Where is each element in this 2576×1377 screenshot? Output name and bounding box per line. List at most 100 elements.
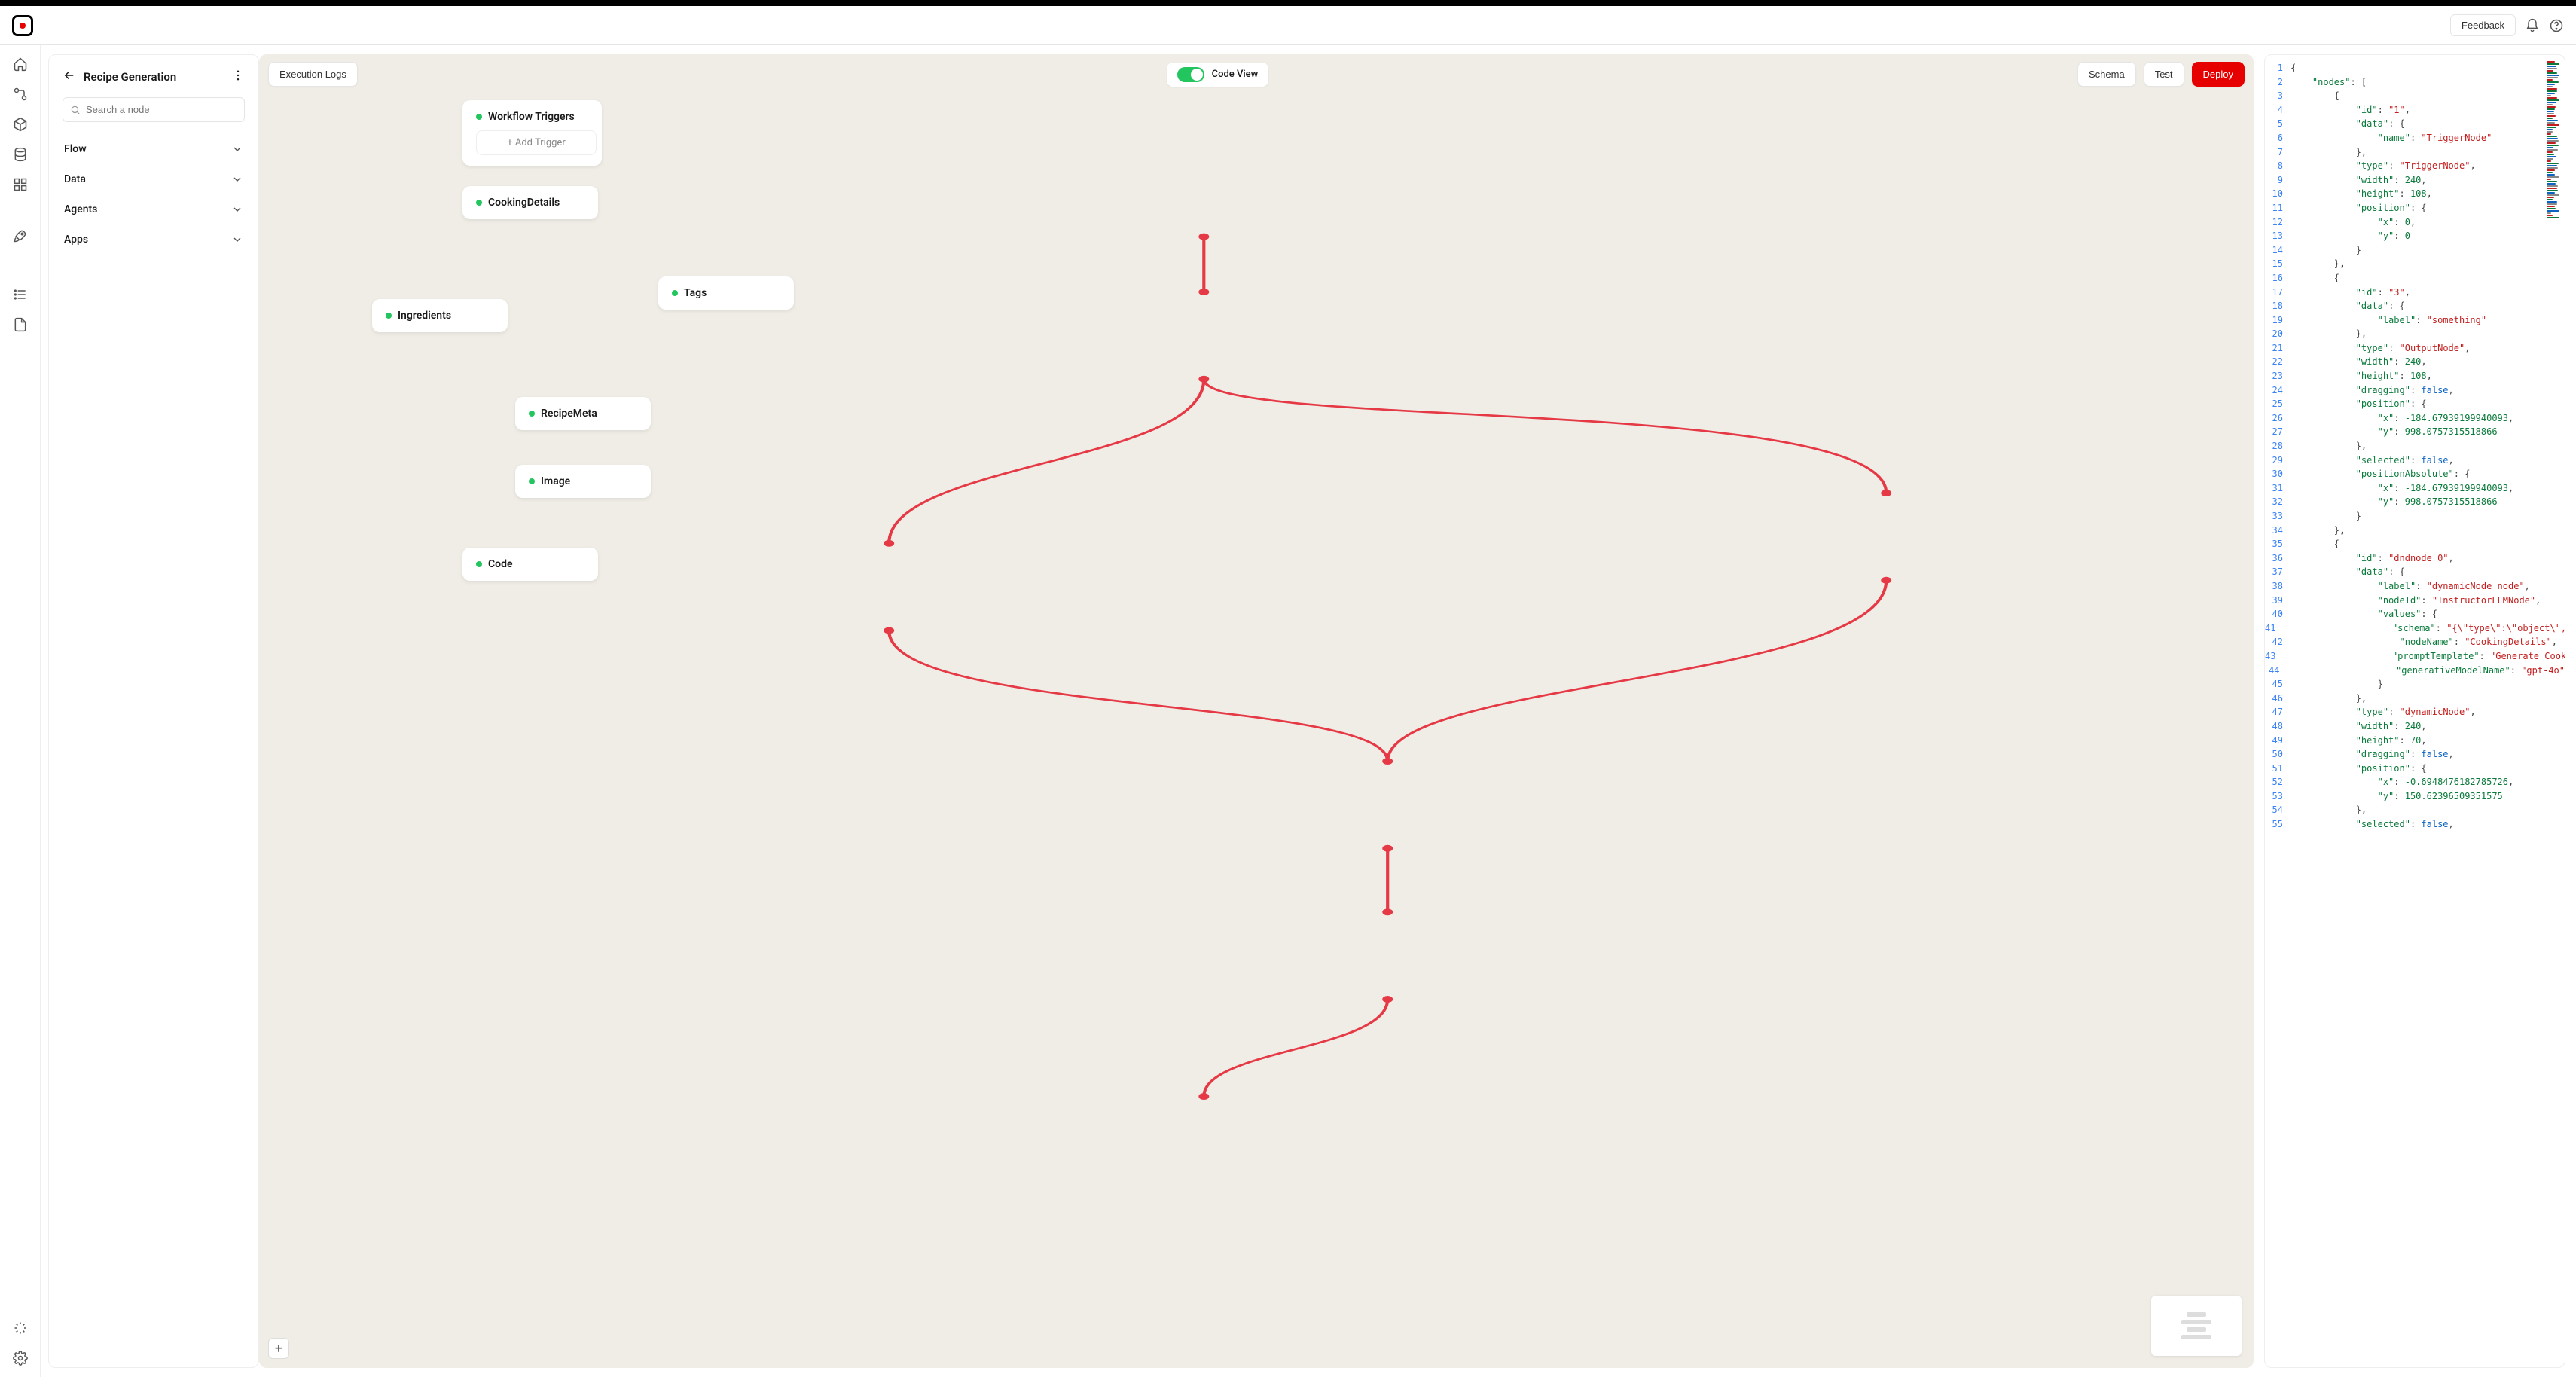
- nav-rail: [0, 45, 41, 1377]
- code-line: 34 },: [2265, 524, 2565, 538]
- chevron-down-icon: [231, 203, 243, 215]
- node-title: Image: [541, 475, 570, 487]
- code-line: 27 "y": 998.0757315518866: [2265, 425, 2565, 439]
- code-line: 51 "position": {: [2265, 762, 2565, 776]
- app-logo[interactable]: [12, 15, 33, 36]
- code-line: 36 "id": "dndnode_0",: [2265, 551, 2565, 566]
- workflow-title: Recipe Generation: [84, 70, 224, 84]
- code-minimap[interactable]: [2547, 61, 2562, 218]
- status-dot: [529, 478, 535, 484]
- rocket-icon[interactable]: [12, 227, 29, 244]
- node-ingredients[interactable]: Ingredients: [372, 299, 508, 332]
- zoom-in-button[interactable]: +: [268, 1338, 289, 1359]
- code-line: 42 "nodeName": "CookingDetails",: [2265, 635, 2565, 649]
- category-apps[interactable]: Apps: [63, 224, 245, 255]
- list-icon[interactable]: [12, 286, 29, 303]
- code-line: 13 "y": 0: [2265, 229, 2565, 243]
- code-line: 23 "height": 108,: [2265, 369, 2565, 383]
- code-line: 37 "data": {: [2265, 565, 2565, 579]
- node-image[interactable]: Image: [515, 465, 651, 498]
- code-line: 8 "type": "TriggerNode",: [2265, 159, 2565, 173]
- code-line: 54 },: [2265, 803, 2565, 817]
- code-line: 17 "id": "3",: [2265, 285, 2565, 300]
- code-line: 46 },: [2265, 692, 2565, 706]
- code-line: 48 "width": 240,: [2265, 719, 2565, 734]
- cube-icon[interactable]: [12, 116, 29, 133]
- category-data[interactable]: Data: [63, 164, 245, 194]
- more-icon[interactable]: [231, 69, 245, 85]
- add-trigger-button[interactable]: + Add Trigger: [476, 130, 597, 155]
- edges-layer: [259, 94, 2254, 1368]
- node-title: CookingDetails: [488, 197, 560, 209]
- bell-icon[interactable]: [2525, 18, 2540, 33]
- code-line: 44 "generativeModelName": "gpt-4o": [2265, 664, 2565, 678]
- widgets-icon[interactable]: [12, 176, 29, 193]
- database-icon[interactable]: [12, 146, 29, 163]
- search-icon: [70, 105, 81, 115]
- code-line: 39 "nodeId": "InstructorLLMNode",: [2265, 594, 2565, 608]
- canvas-panel: Execution Logs Code View Schema Test Dep…: [259, 54, 2254, 1368]
- node-title: Workflow Triggers: [488, 111, 575, 123]
- code-line: 5 "data": {: [2265, 117, 2565, 131]
- code-editor[interactable]: 1{2 "nodes": [3 {4 "id": "1",5 "data": {…: [2265, 61, 2565, 1361]
- sparkle-icon[interactable]: [12, 1320, 29, 1336]
- execution-logs-button[interactable]: Execution Logs: [268, 62, 358, 87]
- code-line: 53 "y": 150.62396509351575: [2265, 789, 2565, 804]
- code-line: 21 "type": "OutputNode",: [2265, 341, 2565, 356]
- file-icon[interactable]: [12, 316, 29, 333]
- code-line: 14 }: [2265, 243, 2565, 258]
- code-line: 3 {: [2265, 89, 2565, 103]
- flow-canvas[interactable]: Workflow Triggers + Add Trigger CookingD…: [259, 94, 2254, 1368]
- workflow-icon[interactable]: [12, 86, 29, 102]
- code-line: 4 "id": "1",: [2265, 103, 2565, 118]
- code-line: 15 },: [2265, 257, 2565, 271]
- code-line: 26 "x": -184.67939199940093,: [2265, 411, 2565, 426]
- code-line: 49 "height": 70,: [2265, 734, 2565, 748]
- app-header: Feedback: [0, 6, 2576, 45]
- code-line: 12 "x": 0,: [2265, 215, 2565, 230]
- node-title: Code: [488, 558, 513, 570]
- code-line: 35 {: [2265, 537, 2565, 551]
- category-label: Apps: [64, 234, 88, 246]
- node-title: Ingredients: [398, 310, 451, 322]
- status-dot: [386, 313, 392, 319]
- feedback-button[interactable]: Feedback: [2450, 14, 2516, 36]
- code-line: 30 "positionAbsolute": {: [2265, 467, 2565, 481]
- code-line: 25 "position": {: [2265, 397, 2565, 411]
- test-button[interactable]: Test: [2144, 62, 2184, 87]
- gear-icon[interactable]: [12, 1350, 29, 1366]
- code-line: 32 "y": 998.0757315518866: [2265, 495, 2565, 509]
- code-line: 55 "selected": false,: [2265, 817, 2565, 832]
- node-recipe-meta[interactable]: RecipeMeta: [515, 397, 651, 430]
- code-line: 1{: [2265, 61, 2565, 75]
- category-label: Data: [64, 173, 86, 185]
- code-line: 18 "data": {: [2265, 299, 2565, 313]
- back-button[interactable]: [63, 69, 76, 85]
- code-view-toggle[interactable]: [1177, 67, 1204, 82]
- schema-button[interactable]: Schema: [2077, 62, 2136, 87]
- minimap[interactable]: [2151, 1296, 2242, 1356]
- node-cooking-details[interactable]: CookingDetails: [462, 186, 598, 219]
- category-agents[interactable]: Agents: [63, 194, 245, 224]
- category-label: Agents: [64, 203, 97, 215]
- node-code[interactable]: Code: [462, 548, 598, 581]
- home-icon[interactable]: [12, 56, 29, 72]
- code-line: 52 "x": -0.6948476182785726,: [2265, 775, 2565, 789]
- help-icon[interactable]: [2549, 18, 2564, 33]
- code-line: 43 "promptTemplate": "Generate Cook: [2265, 649, 2565, 664]
- code-line: 22 "width": 240,: [2265, 355, 2565, 369]
- search-input[interactable]: [63, 97, 245, 122]
- node-workflow-triggers[interactable]: Workflow Triggers + Add Trigger: [462, 100, 602, 166]
- category-label: Flow: [64, 143, 87, 155]
- code-line: 40 "values": {: [2265, 607, 2565, 621]
- status-dot: [476, 200, 482, 206]
- code-line: 50 "dragging": false,: [2265, 747, 2565, 762]
- code-line: 41 "schema": "{\"type\":\"object\",: [2265, 621, 2565, 636]
- code-line: 10 "height": 108,: [2265, 187, 2565, 201]
- code-line: 16 {: [2265, 271, 2565, 285]
- deploy-button[interactable]: Deploy: [2192, 62, 2245, 87]
- code-line: 20 },: [2265, 327, 2565, 341]
- category-flow[interactable]: Flow: [63, 134, 245, 164]
- node-tags[interactable]: Tags: [658, 276, 794, 310]
- code-line: 6 "name": "TriggerNode": [2265, 131, 2565, 145]
